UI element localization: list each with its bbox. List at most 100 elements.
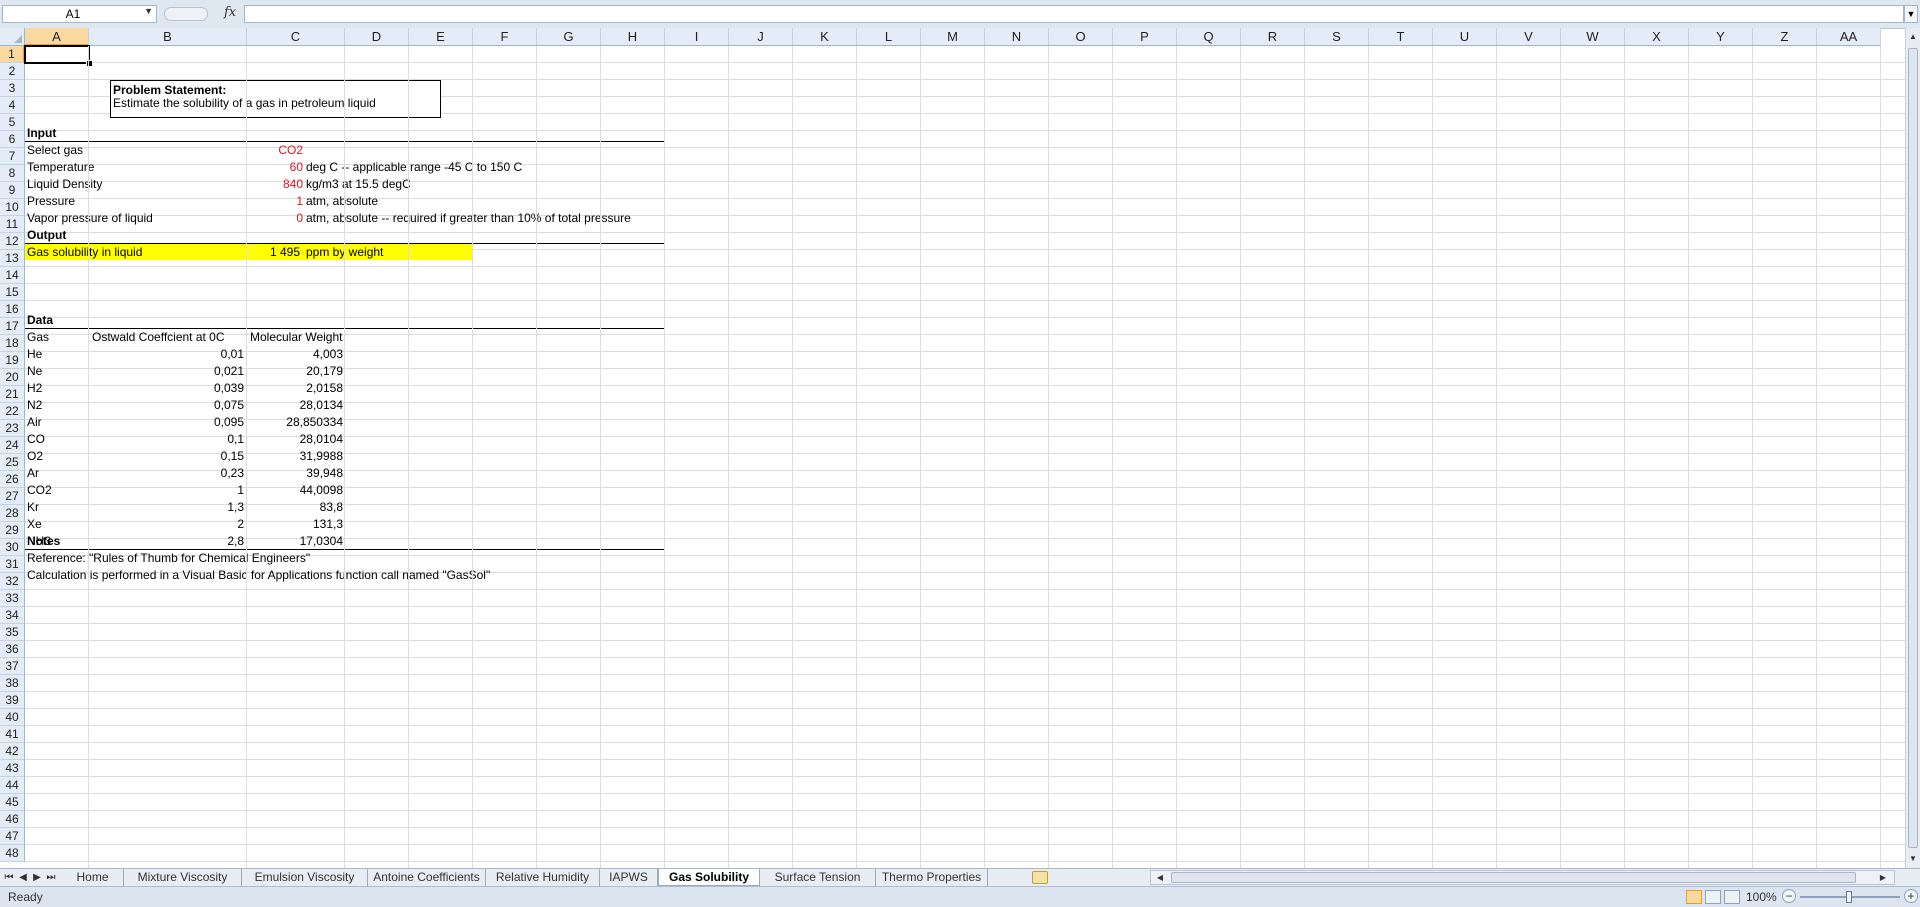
row-header[interactable]: 26: [0, 471, 25, 488]
insert-sheet-icon[interactable]: [1032, 871, 1048, 884]
row-header[interactable]: 45: [0, 794, 25, 811]
column-header[interactable]: X: [1625, 28, 1689, 46]
row-header[interactable]: 5: [0, 114, 25, 131]
zoom-slider-thumb[interactable]: [1846, 891, 1852, 903]
row-header[interactable]: 18: [0, 335, 25, 352]
row-header[interactable]: 34: [0, 607, 25, 624]
row-header[interactable]: 27: [0, 488, 25, 505]
row-header[interactable]: 13: [0, 250, 25, 267]
vertical-scrollbar[interactable]: ▲ ▼: [1905, 28, 1920, 868]
row-header[interactable]: 17: [0, 318, 25, 335]
row-header[interactable]: 9: [0, 182, 25, 199]
column-header[interactable]: F: [473, 28, 537, 46]
column-header[interactable]: M: [921, 28, 985, 46]
column-header[interactable]: A: [25, 28, 89, 46]
page-layout-view-icon[interactable]: [1705, 890, 1721, 904]
row-header[interactable]: 12: [0, 233, 25, 250]
tab-iapws[interactable]: IAPWS: [600, 869, 658, 886]
horizontal-scroll-thumb[interactable]: [1171, 872, 1856, 883]
tab-emulsion-viscosity[interactable]: Emulsion Viscosity: [242, 869, 368, 886]
row-header[interactable]: 2: [0, 63, 25, 80]
row-header[interactable]: 16: [0, 301, 25, 318]
row-header[interactable]: 10: [0, 199, 25, 216]
column-header[interactable]: Y: [1689, 28, 1753, 46]
row-header[interactable]: 37: [0, 658, 25, 675]
column-header[interactable]: AA: [1817, 28, 1881, 46]
column-header[interactable]: D: [345, 28, 409, 46]
output-value[interactable]: 1 495: [240, 244, 300, 261]
column-header[interactable]: J: [729, 28, 793, 46]
input-value-density[interactable]: 840: [240, 176, 303, 193]
scroll-down-icon[interactable]: ▼: [1906, 852, 1920, 866]
row-header[interactable]: 14: [0, 267, 25, 284]
row-header[interactable]: 15: [0, 284, 25, 301]
prev-sheet-icon[interactable]: ◀: [16, 870, 30, 886]
tab-home[interactable]: Home: [62, 869, 124, 886]
column-header[interactable]: G: [537, 28, 601, 46]
zoom-out-icon[interactable]: −: [1782, 889, 1796, 903]
formula-input[interactable]: [244, 5, 1904, 23]
tab-surface-tension[interactable]: Surface Tension: [760, 869, 876, 886]
scroll-right-icon[interactable]: ▶: [1876, 871, 1890, 885]
column-header[interactable]: I: [665, 28, 729, 46]
row-header[interactable]: 44: [0, 777, 25, 794]
selected-cell-a1[interactable]: [24, 45, 90, 64]
row-header[interactable]: 40: [0, 709, 25, 726]
row-header[interactable]: 35: [0, 624, 25, 641]
column-header[interactable]: H: [601, 28, 665, 46]
vertical-scroll-thumb[interactable]: [1908, 48, 1918, 848]
row-header[interactable]: 46: [0, 811, 25, 828]
column-header[interactable]: R: [1241, 28, 1305, 46]
column-header[interactable]: L: [857, 28, 921, 46]
column-header[interactable]: E: [409, 28, 473, 46]
row-header[interactable]: 4: [0, 97, 25, 114]
column-header[interactable]: W: [1561, 28, 1625, 46]
column-header[interactable]: Q: [1177, 28, 1241, 46]
scroll-left-icon[interactable]: ◀: [1153, 871, 1167, 885]
row-header[interactable]: 8: [0, 165, 25, 182]
zoom-level[interactable]: 100%: [1746, 890, 1777, 904]
normal-view-icon[interactable]: [1686, 890, 1702, 904]
row-header[interactable]: 7: [0, 148, 25, 165]
row-header[interactable]: 23: [0, 420, 25, 437]
zoom-in-icon[interactable]: +: [1904, 889, 1918, 903]
column-header[interactable]: T: [1369, 28, 1433, 46]
chevron-down-icon[interactable]: ▼: [144, 6, 153, 16]
row-header[interactable]: 24: [0, 437, 25, 454]
row-header[interactable]: 21: [0, 386, 25, 403]
tab-antoine-coefficients[interactable]: Antoine Coefficients: [368, 869, 486, 886]
input-value-vapor-pressure[interactable]: 0: [240, 210, 303, 227]
tab-relative-humidity[interactable]: Relative Humidity: [486, 869, 600, 886]
row-header[interactable]: 22: [0, 403, 25, 420]
column-header[interactable]: S: [1305, 28, 1369, 46]
row-header[interactable]: 32: [0, 573, 25, 590]
tab-gas-solubility[interactable]: Gas Solubility: [658, 869, 760, 886]
cells-area[interactable]: Problem Statement: Estimate the solubili…: [24, 45, 1905, 868]
row-header[interactable]: 6: [0, 131, 25, 148]
scroll-up-icon[interactable]: ▲: [1906, 30, 1920, 44]
tab-mixture-viscosity[interactable]: Mixture Viscosity: [124, 869, 242, 886]
row-header[interactable]: 25: [0, 454, 25, 471]
row-header[interactable]: 33: [0, 590, 25, 607]
row-header[interactable]: 31: [0, 556, 25, 573]
select-all-button[interactable]: [0, 28, 25, 46]
page-break-view-icon[interactable]: [1724, 890, 1740, 904]
row-header[interactable]: 11: [0, 216, 25, 233]
row-header[interactable]: 28: [0, 505, 25, 522]
name-box[interactable]: A1 ▼: [2, 5, 157, 23]
expand-formula-bar-icon[interactable]: ▼: [1904, 5, 1918, 23]
input-value-gas[interactable]: CO2: [240, 142, 303, 159]
tab-thermo-properties[interactable]: Thermo Properties: [876, 869, 988, 886]
row-header[interactable]: 47: [0, 828, 25, 845]
row-header[interactable]: 29: [0, 522, 25, 539]
row-header[interactable]: 1: [0, 46, 25, 63]
row-header[interactable]: 30: [0, 539, 25, 556]
function-icon[interactable]: fx: [224, 5, 236, 20]
column-header[interactable]: K: [793, 28, 857, 46]
first-sheet-icon[interactable]: ⏮: [2, 870, 16, 886]
column-header[interactable]: P: [1113, 28, 1177, 46]
row-header[interactable]: 20: [0, 369, 25, 386]
column-header[interactable]: U: [1433, 28, 1497, 46]
column-header[interactable]: N: [985, 28, 1049, 46]
row-header[interactable]: 43: [0, 760, 25, 777]
